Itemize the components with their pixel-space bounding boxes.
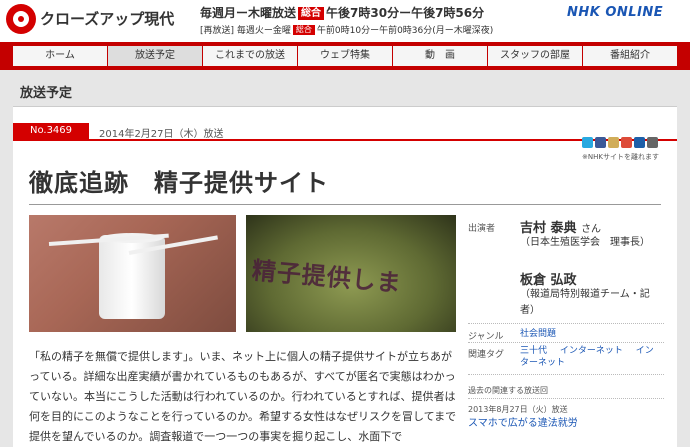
re-channel-badge: 総合 bbox=[292, 25, 315, 35]
photo-syringe-jar bbox=[29, 215, 236, 332]
screen-text: 精子提供しま bbox=[250, 256, 403, 298]
schedule-main-time: 午後7時30分ー午後7時56分 bbox=[326, 6, 485, 20]
facebook-icon[interactable] bbox=[595, 137, 606, 148]
tag-link[interactable]: インターネット bbox=[560, 346, 623, 356]
help-icon[interactable] bbox=[647, 137, 658, 148]
sidebar-divider bbox=[468, 342, 664, 343]
nav-item[interactable]: 番組紹介 bbox=[583, 46, 677, 66]
mixi-icon[interactable] bbox=[608, 137, 619, 148]
broadcast-schedule: 毎週月ー木曜放送 総合 午後7時30分ー午後7時56分 bbox=[200, 4, 484, 21]
tags-label: 関連タグ bbox=[468, 350, 505, 360]
nav-item[interactable]: 放送予定 bbox=[108, 46, 203, 66]
genre-label: ジャンル bbox=[468, 332, 504, 342]
schedule-re-prefix: [再放送] 毎週火ー金曜 bbox=[200, 26, 291, 36]
schedule-re-time: 午前0時10分ー午前0時36分(月ー木曜深夜) bbox=[316, 26, 494, 36]
episode-title: 徹底追跡 精子提供サイト bbox=[29, 169, 329, 197]
twitter-icon[interactable] bbox=[582, 137, 593, 148]
air-date: 2014年2月27日（木）放送 bbox=[99, 129, 224, 140]
past-episode-link[interactable]: スマホで広がる違法就労 bbox=[468, 414, 578, 429]
external-site-note: ※NHKサイトを離れます bbox=[582, 153, 659, 161]
guest-name-text: 吉村 泰典 bbox=[520, 221, 577, 236]
genre-link[interactable]: 社会問題 bbox=[520, 326, 556, 339]
social-share-icons bbox=[582, 137, 658, 148]
rebroadcast-schedule: [再放送] 毎週火ー金曜 総合 午前0時10分ー午前0時36分(月ー木曜深夜) bbox=[200, 23, 493, 36]
guest-name-text: 板倉 弘政 bbox=[520, 273, 577, 288]
program-logo-icon[interactable] bbox=[6, 4, 36, 34]
sidebar-divider bbox=[468, 374, 664, 375]
channel-badge: 総合 bbox=[298, 7, 325, 20]
google-icon[interactable] bbox=[621, 137, 632, 148]
bookmark-icon[interactable] bbox=[634, 137, 645, 148]
page-heading: 放送予定 bbox=[20, 86, 73, 101]
nav-item[interactable]: スタッフの部屋 bbox=[488, 46, 583, 66]
guest-name: 板倉 弘政 bbox=[520, 269, 577, 288]
nav-item[interactable]: ホーム bbox=[13, 46, 108, 66]
schedule-main-prefix: 毎週月ー木曜放送 bbox=[200, 6, 297, 20]
title-divider bbox=[29, 204, 661, 205]
guests-label: 出演者 bbox=[468, 224, 496, 234]
photo-website-screen: 精子提供しま bbox=[246, 215, 456, 332]
program-logo-text[interactable]: クローズアップ現代 bbox=[40, 8, 174, 29]
guest-affiliation: （日本生殖医学会 理事長） bbox=[520, 237, 650, 248]
past-episodes-heading: 過去の関連する放送回 bbox=[468, 386, 548, 395]
episode-description: 「私の精子を無償で提供します」。いま、ネット上に個人の精子提供サイトが立ちあがっ… bbox=[29, 347, 457, 447]
guest-affiliation: （報道局特別報道チーム・記者） bbox=[520, 289, 650, 316]
tag-list: 三十代 インターネット インターネット bbox=[520, 345, 660, 369]
episode-number-badge: No.3469 bbox=[13, 123, 677, 141]
nav-item[interactable]: ウェブ特集 bbox=[298, 46, 393, 66]
nhk-online-logo[interactable]: NHK ONLINE bbox=[567, 5, 663, 20]
nav-item[interactable]: 動 画 bbox=[393, 46, 488, 66]
guest-name: 吉村 泰典 さん bbox=[520, 217, 601, 236]
nav-item[interactable]: これまでの放送 bbox=[203, 46, 298, 66]
sidebar-divider bbox=[468, 323, 664, 324]
site-header: クローズアップ現代 毎週月ー木曜放送 総合 午後7時30分ー午後7時56分 [再放送… bbox=[0, 0, 690, 42]
tag-link[interactable]: 三十代 bbox=[520, 346, 547, 356]
sidebar-divider bbox=[468, 398, 664, 399]
description-paragraph: 「私の精子を無償で提供します」。いま、ネット上に個人の精子提供サイトが立ちあがっ… bbox=[29, 350, 457, 443]
guest-honorific: さん bbox=[581, 224, 602, 235]
nav-bar: ホーム 放送予定 これまでの放送 ウェブ特集動 画スタッフの部屋 番組紹介 bbox=[13, 46, 677, 66]
main-nav: ホーム 放送予定 これまでの放送 ウェブ特集動 画スタッフの部屋 番組紹介 bbox=[0, 42, 690, 70]
episode-card: No.3469 2014年2月27日（木）放送 ※NHKサイトを離れます 徹底追… bbox=[13, 106, 677, 447]
